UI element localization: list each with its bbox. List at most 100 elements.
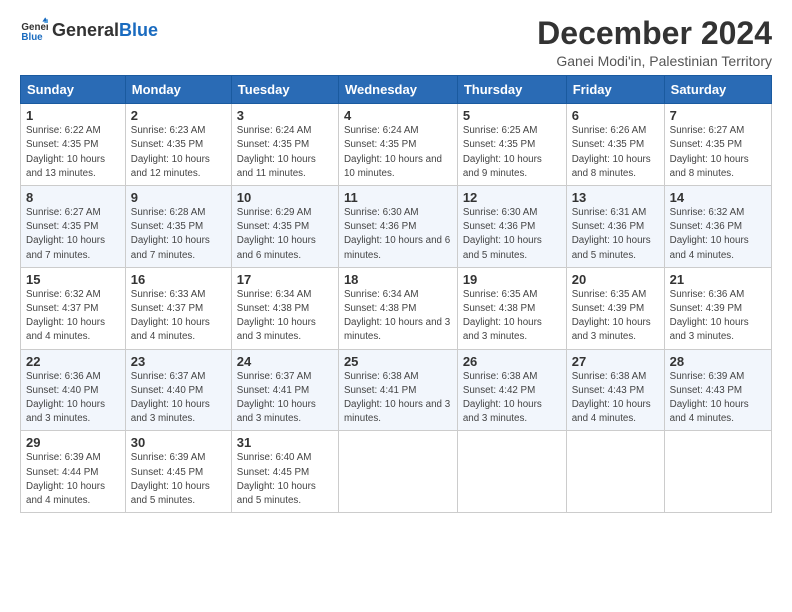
day-number: 27 bbox=[572, 354, 659, 369]
day-number: 11 bbox=[344, 190, 452, 205]
day-info: Sunrise: 6:38 AMSunset: 4:43 PMDaylight:… bbox=[572, 370, 659, 427]
day-number: 21 bbox=[670, 272, 766, 287]
calendar-cell: 25Sunrise: 6:38 AMSunset: 4:41 PMDayligh… bbox=[338, 349, 457, 431]
calendar-cell: 8Sunrise: 6:27 AMSunset: 4:35 PMDaylight… bbox=[21, 186, 126, 268]
day-info: Sunrise: 6:27 AMSunset: 4:35 PMDaylight:… bbox=[26, 206, 120, 263]
logo-general-text: General bbox=[52, 20, 119, 41]
calendar-cell bbox=[664, 431, 771, 513]
day-info: Sunrise: 6:40 AMSunset: 4:45 PMDaylight:… bbox=[237, 451, 333, 508]
day-info: Sunrise: 6:37 AMSunset: 4:40 PMDaylight:… bbox=[131, 370, 226, 427]
calendar-cell bbox=[457, 431, 566, 513]
day-info: Sunrise: 6:34 AMSunset: 4:38 PMDaylight:… bbox=[344, 288, 452, 345]
day-info: Sunrise: 6:24 AMSunset: 4:35 PMDaylight:… bbox=[344, 124, 452, 181]
calendar-cell: 21Sunrise: 6:36 AMSunset: 4:39 PMDayligh… bbox=[664, 267, 771, 349]
day-number: 31 bbox=[237, 435, 333, 450]
calendar-cell: 17Sunrise: 6:34 AMSunset: 4:38 PMDayligh… bbox=[231, 267, 338, 349]
day-info: Sunrise: 6:39 AMSunset: 4:43 PMDaylight:… bbox=[670, 370, 766, 427]
day-number: 26 bbox=[463, 354, 561, 369]
day-info: Sunrise: 6:22 AMSunset: 4:35 PMDaylight:… bbox=[26, 124, 120, 181]
day-info: Sunrise: 6:23 AMSunset: 4:35 PMDaylight:… bbox=[131, 124, 226, 181]
header: General Blue GeneralBlue December 2024 G… bbox=[20, 16, 772, 69]
day-number: 5 bbox=[463, 108, 561, 123]
calendar-cell: 10Sunrise: 6:29 AMSunset: 4:35 PMDayligh… bbox=[231, 186, 338, 268]
calendar-table: SundayMondayTuesdayWednesdayThursdayFrid… bbox=[20, 75, 772, 513]
day-info: Sunrise: 6:32 AMSunset: 4:37 PMDaylight:… bbox=[26, 288, 120, 345]
calendar-cell: 2Sunrise: 6:23 AMSunset: 4:35 PMDaylight… bbox=[125, 104, 231, 186]
header-tuesday: Tuesday bbox=[231, 76, 338, 104]
calendar-cell bbox=[338, 431, 457, 513]
day-number: 29 bbox=[26, 435, 120, 450]
day-number: 28 bbox=[670, 354, 766, 369]
calendar-cell: 23Sunrise: 6:37 AMSunset: 4:40 PMDayligh… bbox=[125, 349, 231, 431]
calendar-cell: 7Sunrise: 6:27 AMSunset: 4:35 PMDaylight… bbox=[664, 104, 771, 186]
calendar-week-row: 8Sunrise: 6:27 AMSunset: 4:35 PMDaylight… bbox=[21, 186, 772, 268]
calendar-cell: 6Sunrise: 6:26 AMSunset: 4:35 PMDaylight… bbox=[566, 104, 664, 186]
day-info: Sunrise: 6:31 AMSunset: 4:36 PMDaylight:… bbox=[572, 206, 659, 263]
day-info: Sunrise: 6:28 AMSunset: 4:35 PMDaylight:… bbox=[131, 206, 226, 263]
day-number: 14 bbox=[670, 190, 766, 205]
calendar-cell: 19Sunrise: 6:35 AMSunset: 4:38 PMDayligh… bbox=[457, 267, 566, 349]
day-number: 30 bbox=[131, 435, 226, 450]
day-number: 1 bbox=[26, 108, 120, 123]
calendar-cell: 24Sunrise: 6:37 AMSunset: 4:41 PMDayligh… bbox=[231, 349, 338, 431]
day-info: Sunrise: 6:38 AMSunset: 4:41 PMDaylight:… bbox=[344, 370, 452, 427]
calendar-cell: 28Sunrise: 6:39 AMSunset: 4:43 PMDayligh… bbox=[664, 349, 771, 431]
day-number: 9 bbox=[131, 190, 226, 205]
day-info: Sunrise: 6:39 AMSunset: 4:44 PMDaylight:… bbox=[26, 451, 120, 508]
day-number: 20 bbox=[572, 272, 659, 287]
subtitle: Ganei Modi'in, Palestinian Territory bbox=[537, 53, 772, 69]
day-number: 12 bbox=[463, 190, 561, 205]
calendar-cell: 31Sunrise: 6:40 AMSunset: 4:45 PMDayligh… bbox=[231, 431, 338, 513]
day-number: 15 bbox=[26, 272, 120, 287]
svg-text:Blue: Blue bbox=[21, 32, 43, 43]
day-number: 8 bbox=[26, 190, 120, 205]
calendar-cell: 20Sunrise: 6:35 AMSunset: 4:39 PMDayligh… bbox=[566, 267, 664, 349]
calendar-cell: 29Sunrise: 6:39 AMSunset: 4:44 PMDayligh… bbox=[21, 431, 126, 513]
day-number: 17 bbox=[237, 272, 333, 287]
calendar-cell: 27Sunrise: 6:38 AMSunset: 4:43 PMDayligh… bbox=[566, 349, 664, 431]
calendar-cell: 1Sunrise: 6:22 AMSunset: 4:35 PMDaylight… bbox=[21, 104, 126, 186]
calendar-cell: 11Sunrise: 6:30 AMSunset: 4:36 PMDayligh… bbox=[338, 186, 457, 268]
day-info: Sunrise: 6:37 AMSunset: 4:41 PMDaylight:… bbox=[237, 370, 333, 427]
day-info: Sunrise: 6:35 AMSunset: 4:38 PMDaylight:… bbox=[463, 288, 561, 345]
day-info: Sunrise: 6:30 AMSunset: 4:36 PMDaylight:… bbox=[463, 206, 561, 263]
calendar-cell: 12Sunrise: 6:30 AMSunset: 4:36 PMDayligh… bbox=[457, 186, 566, 268]
calendar-header-row: SundayMondayTuesdayWednesdayThursdayFrid… bbox=[21, 76, 772, 104]
calendar-week-row: 29Sunrise: 6:39 AMSunset: 4:44 PMDayligh… bbox=[21, 431, 772, 513]
day-info: Sunrise: 6:39 AMSunset: 4:45 PMDaylight:… bbox=[131, 451, 226, 508]
day-number: 22 bbox=[26, 354, 120, 369]
day-number: 7 bbox=[670, 108, 766, 123]
calendar-week-row: 1Sunrise: 6:22 AMSunset: 4:35 PMDaylight… bbox=[21, 104, 772, 186]
day-info: Sunrise: 6:36 AMSunset: 4:39 PMDaylight:… bbox=[670, 288, 766, 345]
day-number: 19 bbox=[463, 272, 561, 287]
day-info: Sunrise: 6:38 AMSunset: 4:42 PMDaylight:… bbox=[463, 370, 561, 427]
header-friday: Friday bbox=[566, 76, 664, 104]
header-monday: Monday bbox=[125, 76, 231, 104]
calendar-cell: 26Sunrise: 6:38 AMSunset: 4:42 PMDayligh… bbox=[457, 349, 566, 431]
day-info: Sunrise: 6:36 AMSunset: 4:40 PMDaylight:… bbox=[26, 370, 120, 427]
header-sunday: Sunday bbox=[21, 76, 126, 104]
calendar-cell: 9Sunrise: 6:28 AMSunset: 4:35 PMDaylight… bbox=[125, 186, 231, 268]
day-number: 24 bbox=[237, 354, 333, 369]
day-number: 10 bbox=[237, 190, 333, 205]
calendar-week-row: 15Sunrise: 6:32 AMSunset: 4:37 PMDayligh… bbox=[21, 267, 772, 349]
day-info: Sunrise: 6:25 AMSunset: 4:35 PMDaylight:… bbox=[463, 124, 561, 181]
calendar-week-row: 22Sunrise: 6:36 AMSunset: 4:40 PMDayligh… bbox=[21, 349, 772, 431]
day-number: 4 bbox=[344, 108, 452, 123]
calendar-cell: 22Sunrise: 6:36 AMSunset: 4:40 PMDayligh… bbox=[21, 349, 126, 431]
calendar-cell: 18Sunrise: 6:34 AMSunset: 4:38 PMDayligh… bbox=[338, 267, 457, 349]
day-number: 2 bbox=[131, 108, 226, 123]
calendar-cell: 13Sunrise: 6:31 AMSunset: 4:36 PMDayligh… bbox=[566, 186, 664, 268]
header-thursday: Thursday bbox=[457, 76, 566, 104]
day-number: 13 bbox=[572, 190, 659, 205]
day-info: Sunrise: 6:26 AMSunset: 4:35 PMDaylight:… bbox=[572, 124, 659, 181]
calendar-cell: 15Sunrise: 6:32 AMSunset: 4:37 PMDayligh… bbox=[21, 267, 126, 349]
title-area: December 2024 Ganei Modi'in, Palestinian… bbox=[537, 16, 772, 69]
day-number: 16 bbox=[131, 272, 226, 287]
logo-blue-text: Blue bbox=[119, 20, 158, 41]
day-info: Sunrise: 6:34 AMSunset: 4:38 PMDaylight:… bbox=[237, 288, 333, 345]
day-info: Sunrise: 6:29 AMSunset: 4:35 PMDaylight:… bbox=[237, 206, 333, 263]
day-info: Sunrise: 6:30 AMSunset: 4:36 PMDaylight:… bbox=[344, 206, 452, 263]
day-info: Sunrise: 6:27 AMSunset: 4:35 PMDaylight:… bbox=[670, 124, 766, 181]
logo: General Blue GeneralBlue bbox=[20, 16, 158, 44]
